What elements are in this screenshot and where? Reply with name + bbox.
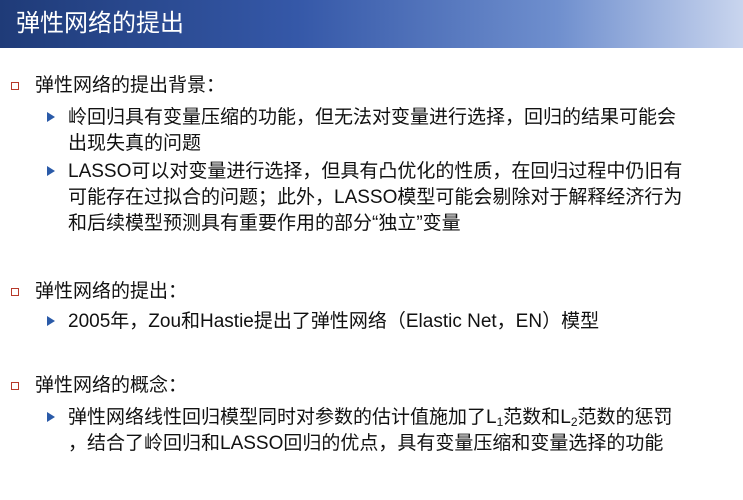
- text-fragment: 弹性网络线性回归模型同时对参数的估计值施加了L: [68, 407, 497, 428]
- bullet-line: 可能存在过拟合的问题；此外，LASSO模型可能会剔除对于解释经济行为: [68, 187, 683, 208]
- triangle-arrow-icon: [47, 166, 55, 176]
- text-fragment: 范数的惩罚: [577, 407, 673, 428]
- bullet-line: 弹性网络线性回归模型同时对参数的估计值施加了L1范数和L2范数的惩罚: [68, 404, 673, 431]
- bullet-line: 2005年，Zou和Hastie提出了弹性网络（Elastic Net，EN）模…: [68, 311, 600, 332]
- text-fragment: 范数和L: [503, 407, 571, 428]
- hollow-square-icon: [11, 82, 19, 90]
- subscript-2: 2: [570, 415, 578, 429]
- section-heading: 弹性网络的概念：: [35, 375, 188, 396]
- triangle-arrow-icon: [47, 316, 55, 326]
- section-heading: 弹性网络的提出：: [35, 281, 188, 302]
- bullet-line: 和后续模型预测具有重要作用的部分“独立”变量: [68, 213, 461, 234]
- triangle-arrow-icon: [47, 412, 55, 422]
- bullet-line: 岭回归具有变量压缩的功能，但无法对变量进行选择，回归的结果可能会: [68, 107, 677, 128]
- triangle-arrow-icon: [47, 112, 55, 122]
- hollow-square-icon: [11, 288, 19, 296]
- section-heading: 弹性网络的提出背景：: [35, 75, 226, 96]
- slide-title: 弹性网络的提出: [16, 10, 184, 37]
- hollow-square-icon: [11, 382, 19, 390]
- bullet-line: 出现失真的问题: [68, 133, 202, 154]
- title-bar: 弹性网络的提出: [0, 0, 743, 48]
- bullet-line: ，结合了岭回归和LASSO回归的优点，具有变量压缩和变量选择的功能: [68, 433, 664, 454]
- bullet-line: LASSO可以对变量进行选择，但具有凸优化的性质，在回归过程中仍旧有: [68, 161, 683, 182]
